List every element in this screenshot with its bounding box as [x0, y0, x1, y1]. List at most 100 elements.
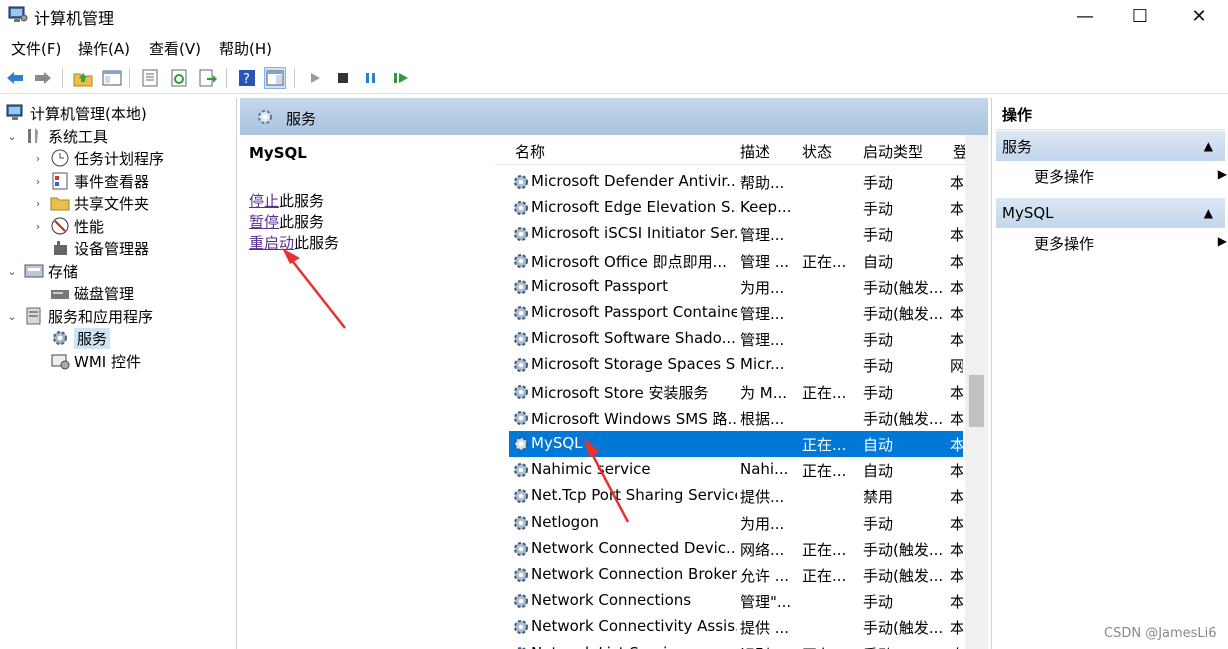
service-row[interactable]: Microsoft Edge Elevation S... Keep... 手动 本 [509, 195, 963, 221]
service-row[interactable]: Microsoft iSCSI Initiator Ser... 管理... 手动 本 [509, 221, 963, 247]
service-row[interactable]: Microsoft Passport Container 管理... 手动(触发..… [509, 300, 963, 326]
sort-arrow-icon: ^ [617, 135, 626, 142]
properties-icon[interactable] [139, 67, 161, 89]
service-row[interactable]: Network Connected Devic... 网络... 正在... 手动(触… [509, 536, 963, 562]
service-row[interactable]: Network Connectivity Assis... 提供 ... 手动(触发… [509, 614, 963, 640]
restart-service-link[interactable]: 重启动 [249, 234, 294, 252]
collapse-icon[interactable]: ▲ [1204, 206, 1213, 220]
event-viewer-icon [52, 172, 68, 190]
up-folder-icon[interactable] [72, 67, 94, 89]
column-description[interactable]: 描述 [740, 141, 770, 162]
service-startup-type: 自动 [863, 436, 894, 454]
tree-item-device-manager[interactable]: 设备管理器 [32, 237, 149, 259]
action-pane-icon[interactable] [264, 67, 286, 89]
chevron-right-icon[interactable]: › [32, 197, 44, 210]
chevron-right-icon[interactable]: › [32, 152, 44, 165]
restart-service-icon[interactable] [390, 67, 412, 89]
stop-service-icon[interactable] [332, 67, 354, 89]
menu-action[interactable]: 操作(A) [78, 38, 130, 59]
service-description: 管理... [740, 305, 785, 323]
tree-item-performance[interactable]: › 性能 [32, 215, 104, 237]
column-startup-type[interactable]: 启动类型 [863, 141, 923, 162]
service-status: 正在... [802, 540, 847, 559]
tree-item-shared-folders[interactable]: › 共享文件夹 [32, 192, 149, 214]
menu-file[interactable]: 文件(F) [11, 38, 61, 59]
more-actions-services[interactable]: 更多操作 ▶ [1034, 166, 1227, 187]
service-startup-type: 手动 [863, 514, 894, 533]
tree-root[interactable]: 计算机管理(本地) [6, 102, 147, 124]
service-description: Micr... [740, 355, 785, 374]
chevron-right-icon[interactable]: › [32, 220, 44, 233]
close-button[interactable]: ✕ [1176, 0, 1222, 32]
service-row[interactable]: Network Connection Broker 允许 ... 正在... 手动(触… [509, 562, 963, 588]
search-gear-icon [258, 110, 272, 124]
column-name[interactable]: 名称 [515, 141, 545, 162]
stop-service-link[interactable]: 停止 [249, 192, 279, 210]
tree-item-storage[interactable]: ⌄ 存储 [6, 260, 78, 282]
refresh-icon[interactable] [168, 67, 190, 89]
service-logon: 本 [950, 462, 963, 481]
service-status: 正在... [802, 644, 858, 649]
export-list-icon[interactable] [197, 67, 219, 89]
tree-item-services-and-apps[interactable]: ⌄ 服务和应用程序 [6, 305, 153, 327]
pause-service-icon[interactable] [360, 67, 382, 89]
service-row[interactable]: Net.Tcp Port Sharing Service 提供... 禁用 本 [509, 483, 963, 509]
more-actions-mysql[interactable]: 更多操作 ▶ [1034, 233, 1227, 254]
service-row[interactable]: Netlogon 为用... 手动 本 [509, 510, 963, 536]
service-name: Net.Tcp Port Sharing Service [531, 486, 737, 505]
submenu-arrow-icon: ▶ [1217, 167, 1227, 181]
back-icon[interactable] [4, 67, 26, 89]
column-logon[interactable]: 登 [953, 141, 965, 162]
help-icon[interactable]: ? [236, 67, 258, 89]
selected-service-name: MySQL [249, 144, 307, 162]
service-startup-type: 手动(触发... [863, 540, 944, 559]
tree-item-wmi-control[interactable]: WMI 控件 [32, 350, 141, 372]
menu-help[interactable]: 帮助(H) [219, 38, 272, 59]
service-row[interactable]: Network List Service识别... 正在... 手动本 [509, 641, 963, 649]
chevron-right-icon[interactable]: › [32, 175, 44, 188]
maximize-button[interactable]: ☐ [1117, 0, 1163, 32]
menu-view[interactable]: 查看(V) [149, 38, 201, 59]
service-row[interactable]: Microsoft Windows SMS 路... 根据... 手动(触发... 本 [509, 405, 963, 431]
service-startup-type: 手动 [863, 383, 894, 402]
actions-section-mysql[interactable]: MySQL ▲ [996, 198, 1225, 228]
service-description: 为用... [740, 514, 785, 533]
service-row[interactable]: Microsoft Store 安装服务 为 M... 正在... 手动 本 [509, 379, 963, 405]
tree-item-services[interactable]: 服务 [32, 327, 111, 349]
chevron-down-icon[interactable]: ⌄ [6, 265, 18, 278]
pause-service-link[interactable]: 暂停 [249, 213, 279, 231]
service-row[interactable]: MySQL 正在... 自动 本 [509, 431, 963, 457]
performance-icon [51, 217, 69, 235]
service-row[interactable]: Microsoft Storage Spaces S... Micr... 手动 网 [509, 352, 963, 378]
service-row[interactable]: Nahimic service Nahi... 正在... 自动 本 [509, 457, 963, 483]
start-service-icon[interactable] [304, 67, 326, 89]
minimize-button[interactable]: — [1062, 0, 1108, 32]
menu-bar: 文件(F) 操作(A) 查看(V) 帮助(H) [0, 36, 1228, 60]
service-row[interactable]: Microsoft Passport 为用... 手动(触发... 本 [509, 274, 963, 300]
tree-item-event-viewer[interactable]: › 事件查看器 [32, 170, 149, 192]
services-header: 服务 [240, 98, 988, 135]
service-name: Microsoft Passport [531, 276, 668, 295]
actions-section-services[interactable]: 服务 ▲ [996, 131, 1225, 161]
service-startup-type: 手动 [863, 644, 947, 649]
service-row[interactable]: Network Connections 管理"... 手动 本 [509, 588, 963, 614]
show-hide-tree-icon[interactable] [101, 67, 123, 89]
service-row[interactable]: Microsoft Office 即点即用... 管理 ... 正在... 自动 本 [509, 248, 963, 274]
chevron-down-icon[interactable]: ⌄ [6, 130, 18, 143]
gear-icon [514, 620, 528, 635]
tree-item-task-scheduler[interactable]: › 任务计划程序 [32, 147, 164, 169]
tree-item-disk-management[interactable]: 磁盘管理 [32, 282, 134, 304]
navigation-tree: 计算机管理(本地) ⌄ 系统工具 › 任务计划程序 › 事件查看器 › 共享文件… [0, 98, 237, 649]
forward-icon[interactable] [32, 67, 54, 89]
collapse-icon[interactable]: ▲ [1204, 139, 1213, 153]
service-row[interactable]: Microsoft Defender Antivir... 帮助... 手动 本 [509, 169, 963, 195]
tree-item-system-tools[interactable]: ⌄ 系统工具 [6, 125, 108, 147]
service-startup-type: 自动 [863, 462, 894, 481]
chevron-down-icon[interactable]: ⌄ [6, 310, 18, 323]
service-row[interactable]: Microsoft Software Shado... 管理... 手动 本 [509, 326, 963, 352]
column-status[interactable]: 状态 [802, 141, 832, 162]
service-logon: 本 [950, 593, 963, 612]
service-logon: 本 [950, 514, 963, 533]
scrollbar-thumb[interactable] [969, 375, 984, 427]
service-startup-type: 手动 [863, 593, 894, 612]
